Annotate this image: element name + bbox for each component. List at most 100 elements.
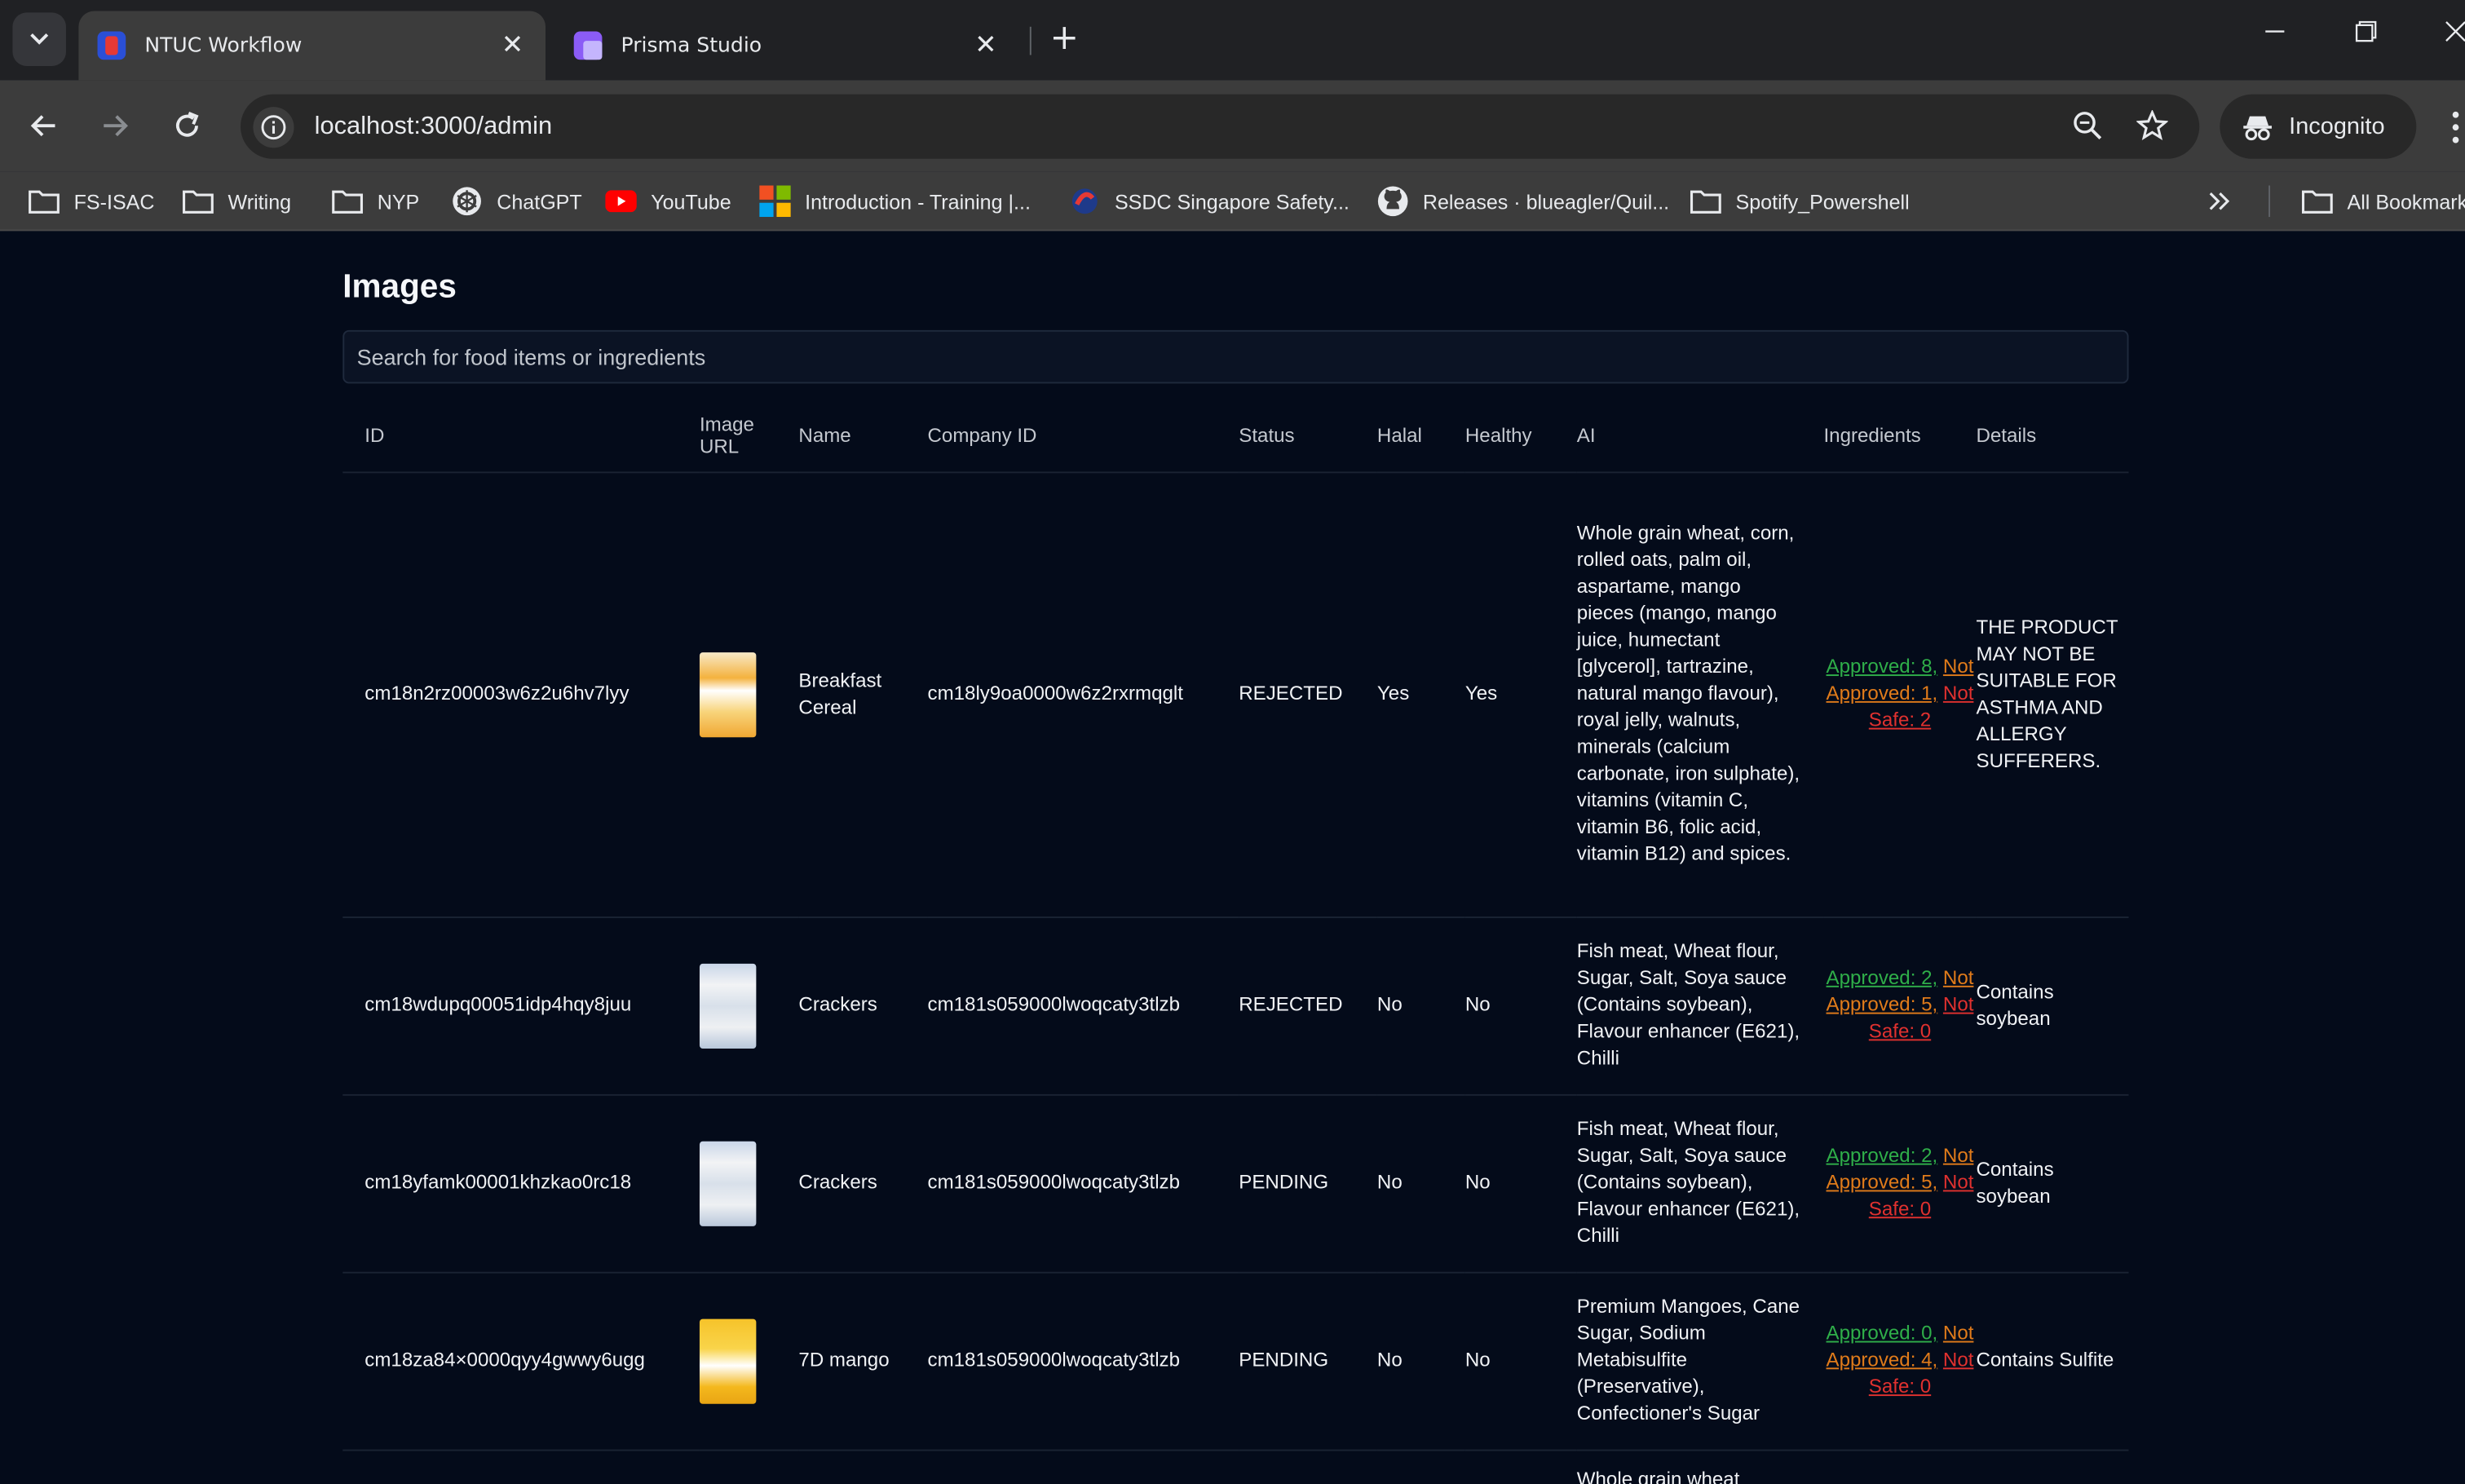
incognito-button[interactable]: Incognito <box>2220 94 2417 159</box>
new-tab-button[interactable]: + <box>1044 19 1085 60</box>
bookmark-label: Spotify_Powershell <box>1735 189 1910 214</box>
table-row[interactable]: cm18n2rz00003w6z2u6hv7lyy Breakfast Cere… <box>342 471 2129 917</box>
window-close-icon[interactable] <box>2445 19 2465 49</box>
bookmark-ssdc[interactable]: SSDC Singapore Safety... <box>1069 184 1350 219</box>
folder-icon <box>29 187 60 215</box>
row-id: cm18n2rz00003w6z2u6hv7lyy <box>342 471 700 917</box>
tab-search-button[interactable] <box>12 12 66 66</box>
row-details: THE PRODUCT MAY NOT BE SUITABLE FOR ASTH… <box>1976 471 2129 917</box>
ingredient-summary: Approved: 2, Not Approved: 5, Not Safe: … <box>1823 965 1976 1045</box>
header-company-id: Company ID <box>927 400 1239 473</box>
row-id: cm18wdupq00051idp4hqy8juu <box>342 916 700 1095</box>
table-row[interactable]: cm18wdupq00051idp4hqy8juu Crackers cm181… <box>342 916 2129 1095</box>
row-ai-ingredients: Premium Mangoes, Cane Sugar, Sodium Meta… <box>1576 1271 1824 1451</box>
site-info-icon[interactable] <box>253 106 294 148</box>
header-id: ID <box>342 400 700 473</box>
forward-button[interactable] <box>91 102 139 149</box>
bookmark-writing[interactable]: Writing <box>183 184 291 219</box>
product-thumbnail[interactable] <box>699 1140 757 1226</box>
row-ai-ingredients: Fish meat, Wheat flour, Sugar, Salt, Soy… <box>1576 916 1824 1095</box>
tab-ntuc-workflow[interactable]: NTUC Workflow ✕ <box>78 11 546 81</box>
bookmarks-separator <box>2268 185 2271 218</box>
browser-toolbar: localhost:3000/admin Incognito <box>0 80 2465 172</box>
all-bookmarks-button[interactable]: All Bookmarks <box>2301 184 2465 219</box>
row-image[interactable] <box>699 1271 799 1451</box>
row-image[interactable] <box>699 1449 799 1484</box>
row-healthy: No <box>1464 1271 1577 1451</box>
row-company-id: cm181s059000lwoqcaty3tlzb <box>927 916 1239 1095</box>
table-row[interactable]: cm18za84×0000qyy4gwwy6ugg 7D mango cm181… <box>342 1271 2129 1451</box>
zoom-icon[interactable] <box>2069 107 2106 144</box>
row-name: 7D mango <box>798 1271 928 1451</box>
row-halal: No <box>1376 1093 1465 1273</box>
back-button[interactable] <box>20 102 68 149</box>
row-healthy: No <box>1464 916 1577 1095</box>
row-details: Contains soybean <box>1976 1093 2129 1273</box>
reload-button[interactable] <box>164 102 211 149</box>
row-image[interactable] <box>699 916 799 1095</box>
product-thumbnail[interactable] <box>699 962 757 1049</box>
bookmark-label: YouTube <box>651 189 731 214</box>
star-icon[interactable] <box>2133 107 2171 144</box>
approved-link[interactable]: Approved: 2, <box>1827 967 1938 989</box>
row-id: cm18yfamk00001khzkao0rc18 <box>342 1093 700 1273</box>
row-ingredients: Approved: 8, Not Approved: 1, Not Safe: … <box>1823 471 1977 917</box>
tab-title: NTUC Workflow <box>144 33 303 58</box>
row-ingredients: Approved: 2, Not Approved: 5, Not Safe: … <box>1823 916 1977 1095</box>
folder-icon <box>332 187 364 215</box>
bookmark-fs-isac[interactable]: FS-ISAC <box>29 184 155 219</box>
bookmarks-bar: FS-ISAC Writing NYP ChatGPT YouTube Intr… <box>0 171 2465 232</box>
ingredient-summary: Approved: 0, Not Approved: 4, Not Safe: … <box>1823 1321 1976 1401</box>
ssdc-icon <box>1069 187 1101 215</box>
row-company-id: cm181s059000lwoqcaty3tlzb <box>927 1271 1239 1451</box>
row-halal: No <box>1376 1271 1465 1451</box>
bookmark-chatgpt[interactable]: ChatGPT <box>451 184 582 219</box>
close-icon[interactable]: ✕ <box>498 30 527 62</box>
bookmark-label: Writing <box>228 189 292 214</box>
arrow-left-icon <box>30 115 55 137</box>
product-thumbnail[interactable] <box>699 651 757 737</box>
bookmark-spotify-powershell[interactable]: Spotify_Powershell <box>1690 184 1910 219</box>
tab-strip: NTUC Workflow ✕ Prisma Studio ✕ + <box>0 0 2465 81</box>
table-header-row: ID Image URL Name Company ID Status Hala… <box>342 400 2129 473</box>
youtube-icon <box>605 187 637 215</box>
ntuc-favicon-icon <box>97 31 126 60</box>
page-title: Images <box>342 268 457 306</box>
ingredient-summary: Approved: 2, Not Approved: 5, Not Safe: … <box>1823 1143 1976 1223</box>
address-bar[interactable]: localhost:3000/admin <box>240 94 2200 159</box>
row-image[interactable] <box>699 1093 799 1273</box>
row-halal: No <box>1376 916 1465 1095</box>
bookmark-label: All Bookmarks <box>2347 189 2465 214</box>
product-thumbnail[interactable] <box>699 1318 757 1403</box>
approved-link[interactable]: Approved: 2, <box>1827 1145 1938 1167</box>
minimize-icon[interactable] <box>2264 19 2286 49</box>
more-menu-icon[interactable] <box>2448 108 2463 146</box>
reload-icon <box>175 112 199 137</box>
table-row[interactable]: Whole grain wheat <box>342 1449 2129 1484</box>
row-healthy: Yes <box>1464 471 1577 917</box>
search-input[interactable] <box>342 329 2129 384</box>
bookmark-github-releases[interactable]: Releases · blueagler/Quil... <box>1377 184 1669 219</box>
table-row[interactable]: cm18yfamk00001khzkao0rc18 Crackers cm181… <box>342 1093 2129 1273</box>
row-name: Crackers <box>798 1093 928 1273</box>
folder-icon <box>2301 187 2334 215</box>
restore-icon[interactable] <box>2355 19 2377 49</box>
bookmark-label: Introduction - Training |... <box>805 189 1031 214</box>
row-company-id: cm18ly9oa0000w6z2rxrmqglt <box>927 471 1239 917</box>
bookmark-introduction-training[interactable]: Introduction - Training |... <box>759 184 1031 219</box>
row-company-id <box>927 1449 1239 1484</box>
approved-link[interactable]: Approved: 8, <box>1827 656 1938 678</box>
row-id: cm18za84×0000qyy4gwwy6ugg <box>342 1271 700 1451</box>
bookmark-label: FS-ISAC <box>73 189 155 214</box>
bookmark-nyp[interactable]: NYP <box>332 184 419 219</box>
folder-icon <box>183 187 214 215</box>
admin-page: Images ID Image URL Name Company ID Stat… <box>0 231 2465 1484</box>
bookmark-youtube[interactable]: YouTube <box>605 184 731 219</box>
bookmarks-overflow-button[interactable] <box>2204 184 2250 219</box>
row-image[interactable] <box>699 471 799 917</box>
folder-icon <box>1690 187 1722 215</box>
row-id <box>342 1449 700 1484</box>
tab-prisma-studio[interactable]: Prisma Studio ✕ <box>555 11 1019 80</box>
approved-link[interactable]: Approved: 0, <box>1827 1322 1938 1344</box>
close-icon[interactable]: ✕ <box>972 30 1001 62</box>
